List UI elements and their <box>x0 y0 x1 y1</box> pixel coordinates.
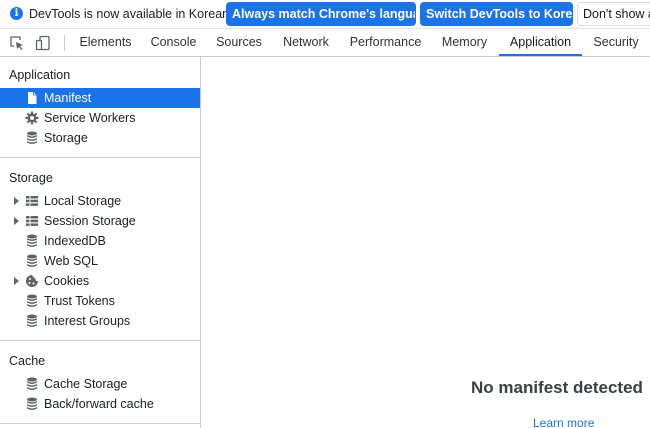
expand-arrow-icon[interactable] <box>14 197 19 205</box>
dont-show-again-button[interactable]: Don't show again <box>577 2 650 26</box>
sidebar-item-cache-storage[interactable]: Cache Storage <box>0 374 200 394</box>
gear-icon <box>25 111 39 125</box>
section-divider <box>0 423 200 424</box>
sidebar-item-label: Interest Groups <box>44 314 131 328</box>
sidebar-item-interest-groups[interactable]: Interest Groups <box>0 311 200 331</box>
sidebar-item-label: Manifest <box>44 91 92 105</box>
section-title-cache: Cache <box>9 354 46 368</box>
table-grid-icon <box>26 216 38 226</box>
database-icon <box>27 377 37 390</box>
table-grid-icon <box>26 196 38 206</box>
cookie-icon <box>26 275 38 287</box>
switch-to-korean-button[interactable]: Switch DevTools to Korean <box>420 2 573 26</box>
tab-elements[interactable]: Elements <box>71 29 140 56</box>
empty-state-title: No manifest detected <box>471 378 643 397</box>
sidebar-item-indexeddb[interactable]: IndexedDB <box>0 231 200 251</box>
expand-arrow-icon[interactable] <box>14 277 19 285</box>
database-icon <box>27 254 37 267</box>
sidebar-item-web-sql[interactable]: Web SQL <box>0 251 200 271</box>
sidebar-item-service-workers[interactable]: Service Workers <box>0 108 200 128</box>
sidebar-item-trust-tokens[interactable]: Trust Tokens <box>0 291 200 311</box>
tab-security[interactable]: Security <box>582 29 650 56</box>
expand-arrow-icon[interactable] <box>14 217 19 225</box>
application-sidebar: Application Manifest Service Workers Sto… <box>0 57 201 428</box>
sidebar-item-label: Local Storage <box>44 194 122 208</box>
section-divider <box>0 340 200 341</box>
infobar-message: DevTools is now available in Korean! <box>29 7 233 21</box>
sidebar-item-label: Session Storage <box>44 214 136 228</box>
document-icon <box>28 92 37 104</box>
panel-tabbar: Elements Console Sources Network Perform… <box>0 29 650 57</box>
learn-more-link[interactable]: Learn more <box>533 416 594 428</box>
sidebar-item-label: Back/forward cache <box>44 397 154 411</box>
tab-application[interactable]: Application <box>499 29 582 56</box>
sidebar-item-label: Service Workers <box>44 111 136 125</box>
sidebar-item-manifest[interactable]: Manifest <box>0 88 200 108</box>
database-icon <box>27 314 37 327</box>
sidebar-item-label: Cache Storage <box>44 377 128 391</box>
always-match-language-button[interactable]: Always match Chrome's language <box>226 2 416 26</box>
database-icon <box>27 294 37 307</box>
sidebar-item-label: Cookies <box>44 274 90 288</box>
info-icon: i <box>10 7 23 20</box>
inspect-element-icon[interactable] <box>9 35 25 51</box>
sidebar-item-label: Web SQL <box>44 254 98 268</box>
sidebar-item-cookies[interactable]: Cookies <box>0 271 200 291</box>
database-icon <box>27 234 37 247</box>
database-icon <box>27 397 37 410</box>
sidebar-item-session-storage[interactable]: Session Storage <box>0 211 200 231</box>
sidebar-item-label: IndexedDB <box>44 234 106 248</box>
tab-console[interactable]: Console <box>140 29 207 56</box>
database-icon <box>27 131 37 144</box>
tab-memory[interactable]: Memory <box>430 29 499 56</box>
section-title-storage: Storage <box>9 171 53 185</box>
device-toolbar-icon[interactable] <box>35 35 51 51</box>
tab-performance[interactable]: Performance <box>341 29 430 56</box>
devtools-window: i DevTools is now available in Korean! A… <box>0 0 650 428</box>
sidebar-item-storage-overview[interactable]: Storage <box>0 128 200 148</box>
manifest-panel: No manifest detected Learn more <box>201 57 650 428</box>
sidebar-item-back-forward-cache[interactable]: Back/forward cache <box>0 394 200 414</box>
toolbar-separator <box>64 35 65 51</box>
language-infobar: i DevTools is now available in Korean! A… <box>0 0 650 29</box>
sidebar-item-local-storage[interactable]: Local Storage <box>0 191 200 211</box>
sidebar-item-label: Trust Tokens <box>44 294 115 308</box>
sidebar-item-label: Storage <box>44 131 88 145</box>
section-title-application: Application <box>9 68 71 82</box>
tab-network[interactable]: Network <box>271 29 341 56</box>
section-divider <box>0 157 200 158</box>
tab-sources[interactable]: Sources <box>207 29 271 56</box>
